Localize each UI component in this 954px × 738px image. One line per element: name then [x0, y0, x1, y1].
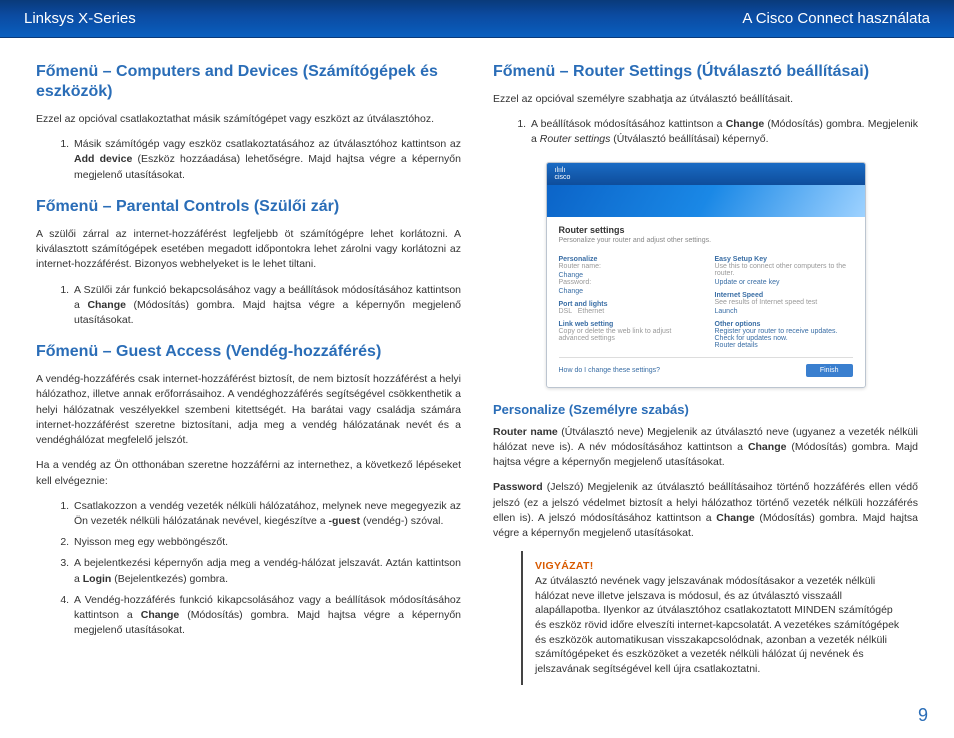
mock-banner: [547, 185, 865, 217]
header-left: Linksys X-Series: [24, 10, 136, 27]
section-router-settings-title: Főmenü – Router Settings (Útválasztó beá…: [493, 62, 918, 82]
mock-group-link-web: Link web setting: [559, 321, 697, 328]
section-router-settings-steps: A beállítások módosításához kattintson a…: [493, 117, 918, 147]
section-guest-access-p1: A vendég-hozzáférés csak internet-hozzáf…: [36, 372, 461, 448]
mock-label: Router name:: [559, 263, 697, 270]
mock-finish-button[interactable]: Finish: [806, 364, 853, 377]
mock-help-link[interactable]: How do I change these settings?: [559, 367, 661, 374]
mock-change-link[interactable]: Change: [559, 272, 697, 279]
mock-change-link[interactable]: Change: [559, 288, 697, 295]
step-item: Csatlakozzon a vendég vezeték nélküli há…: [72, 499, 461, 529]
step-item: Másik számítógép vagy eszköz csatlakozta…: [72, 137, 461, 183]
mock-group-other-options: Other options: [715, 321, 853, 328]
mock-titlebar: ılıılı cisco: [547, 163, 865, 185]
section-computers-devices-steps: Másik számítógép vagy eszköz csatlakozta…: [36, 137, 461, 183]
mock-group-internet-speed: Internet Speed: [715, 292, 853, 299]
section-computers-devices-title: Főmenü – Computers and Devices (Számítóg…: [36, 62, 461, 102]
cisco-logo-icon: ılıılı cisco: [555, 167, 571, 181]
mock-body: Router settings Personalize your router …: [547, 217, 865, 387]
section-computers-devices-intro: Ezzel az opcióval csatlakoztathat másik …: [36, 112, 461, 127]
mock-link[interactable]: Register your router to receive updates.: [715, 328, 853, 335]
mock-group-easy-setup: Easy Setup Key: [715, 256, 853, 263]
section-guest-access-p2: Ha a vendég az Ön otthonában szeretne ho…: [36, 458, 461, 488]
mock-group-personalize: Personalize: [559, 256, 697, 263]
page-number: 9: [918, 705, 928, 726]
mock-radio-row: DSL Ethernet: [559, 308, 697, 315]
right-column: Főmenü – Router Settings (Útválasztó beá…: [493, 62, 918, 704]
page-content: Főmenü – Computers and Devices (Számítóg…: [0, 38, 954, 716]
mock-footer: How do I change these settings? Finish: [559, 357, 853, 377]
mock-text: Copy or delete the web link to adjust ad…: [559, 328, 697, 342]
warning-callout: VIGYÁZAT! Az útválasztó nevének vagy jel…: [521, 551, 918, 685]
mock-left-col: Personalize Router name: Change Password…: [559, 252, 697, 349]
step-item: A beállítások módosításához kattintson a…: [529, 117, 918, 147]
left-column: Főmenü – Computers and Devices (Számítóg…: [36, 62, 461, 704]
mock-right-col: Easy Setup Key Use this to connect other…: [715, 252, 853, 349]
subsection-personalize-title: Personalize (Személyre szabás): [493, 402, 918, 417]
mock-link[interactable]: Launch: [715, 308, 853, 315]
warning-title: VIGYÁZAT!: [535, 559, 906, 574]
mock-link[interactable]: Check for updates now.: [715, 335, 853, 342]
section-parental-controls-title: Főmenü – Parental Controls (Szülői zár): [36, 197, 461, 217]
step-item: A Vendég-hozzáférés funkció kikapcsolásá…: [72, 593, 461, 639]
warning-body: Az útválasztó nevének vagy jelszavának m…: [535, 574, 906, 677]
step-item: A bejelentkezési képernyőn adja meg a ve…: [72, 556, 461, 586]
section-router-settings-intro: Ezzel az opcióval személyre szabhatja az…: [493, 92, 918, 107]
mock-link[interactable]: Router details: [715, 342, 853, 349]
section-guest-access-steps: Csatlakozzon a vendég vezeték nélküli há…: [36, 499, 461, 639]
router-settings-screenshot: ılıılı cisco Router settings Personalize…: [546, 162, 866, 388]
personalize-router-name-text: Router name (Útválasztó neve) Megjelenik…: [493, 425, 918, 471]
section-parental-controls-intro: A szülői zárral az internet-hozzáférést …: [36, 227, 461, 273]
personalize-password-text: Password (Jelszó) Megjelenik az útválasz…: [493, 480, 918, 541]
page-header: Linksys X-Series A Cisco Connect használ…: [0, 0, 954, 38]
header-right: A Cisco Connect használata: [742, 10, 930, 27]
mock-link[interactable]: Update or create key: [715, 279, 853, 286]
mock-label: Password:: [559, 279, 697, 286]
step-item: Nyisson meg egy webböngészőt.: [72, 535, 461, 550]
mock-window-title: Router settings: [559, 225, 853, 235]
mock-text: See results of Internet speed test: [715, 299, 853, 306]
mock-window-subtitle: Personalize your router and adjust other…: [559, 237, 853, 244]
step-item: A Szülői zár funkció bekapcsolásához vag…: [72, 283, 461, 329]
section-guest-access-title: Főmenü – Guest Access (Vendég-hozzáférés…: [36, 342, 461, 362]
mock-group-port-lights: Port and lights: [559, 301, 697, 308]
mock-text: Use this to connect other computers to t…: [715, 263, 853, 277]
section-parental-controls-steps: A Szülői zár funkció bekapcsolásához vag…: [36, 283, 461, 329]
